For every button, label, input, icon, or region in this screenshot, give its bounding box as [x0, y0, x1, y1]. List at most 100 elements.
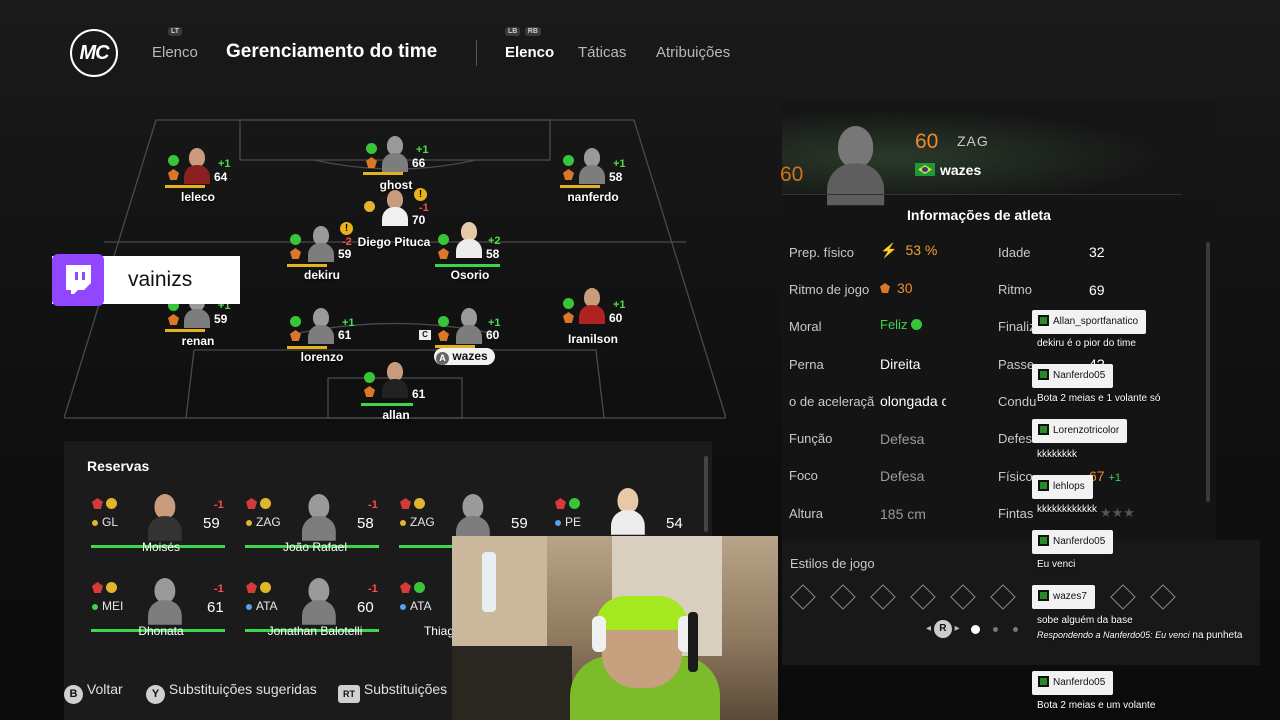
- player-name: nanferdo: [567, 190, 619, 204]
- chemistry-icon: [246, 498, 257, 509]
- position-dot: [246, 603, 252, 610]
- reserve-card-moises[interactable]: GL -1 59 Moisés: [64, 494, 225, 556]
- player-rating: 54: [666, 515, 683, 532]
- reserve-card-jonathan-balotelli[interactable]: ATA -1 60 Jonathan Balotelli: [218, 578, 379, 640]
- fitness-value: 53 %: [905, 242, 938, 258]
- morale-icon: [563, 298, 574, 309]
- chat-user-chip: Lorenzotricolor: [1032, 419, 1128, 443]
- lt-button-label: LT: [168, 27, 183, 36]
- warning-icon: !: [340, 222, 353, 235]
- chat-message: Eu venci: [1037, 559, 1076, 570]
- chemistry-icon: [400, 582, 411, 593]
- position-dot: [92, 519, 98, 526]
- tab-taticas[interactable]: Táticas: [578, 44, 626, 61]
- page-title: Gerenciamento do time: [226, 41, 438, 62]
- hint-suggested-subs[interactable]: Y Substituições sugeridas: [146, 681, 317, 704]
- reserve-card-thiag[interactable]: ATA Thiag: [372, 580, 452, 640]
- y-button-icon: Y: [146, 685, 165, 704]
- player-photo: [382, 190, 408, 226]
- chat-badge-icon: [1038, 535, 1049, 546]
- reserves-title: Reservas: [87, 458, 150, 474]
- tab-elenco[interactable]: Elenco: [505, 44, 554, 61]
- stat-label-pace: Ritmo: [998, 282, 1032, 297]
- chat-user-chip: Nanferdo05: [1032, 530, 1114, 554]
- stat-label-age: Idade: [998, 245, 1031, 260]
- pitch-player-iranilson[interactable]: +1 60 Iranilson: [538, 286, 648, 376]
- reserve-card-dhonata[interactable]: MEI -1 61 Dhonata: [64, 578, 225, 640]
- morale-icon: [569, 498, 580, 509]
- chat-badge-icon: [1038, 315, 1049, 326]
- pager-dot: [993, 627, 998, 632]
- chat-username: wazes7: [1053, 591, 1087, 602]
- morale-icon: [366, 143, 377, 154]
- player-photo: [184, 148, 210, 184]
- twitch-icon: [52, 254, 104, 306]
- hint-label: Substituições sugeridas: [168, 681, 317, 697]
- player-photo: [148, 494, 182, 541]
- stream-chat: Allan_sportfanatico dekiru é o pior do t…: [1032, 310, 1260, 720]
- athlete-name: wazes: [940, 162, 982, 178]
- stat-label-focus: Foco: [789, 468, 818, 483]
- reserves-scrollbar[interactable]: [704, 456, 708, 532]
- rb-button-label: RB: [524, 27, 541, 36]
- pitch-player-nanferdo[interactable]: +1 58 nanferdo: [538, 146, 648, 236]
- cam-window: [452, 536, 547, 646]
- pitch-player-osorio[interactable]: +2 58 Osorio: [415, 222, 525, 312]
- fitness-bar: [363, 172, 403, 175]
- hint-substitutions[interactable]: RT Substituições: [338, 681, 452, 703]
- chat-user-chip: Nanferdo05: [1032, 671, 1114, 695]
- lt-hint: LT: [168, 20, 183, 38]
- hint-back[interactable]: B Voltar: [64, 681, 123, 704]
- player-photo: [456, 222, 482, 258]
- chat-message: dekiru é o pior do time: [1037, 338, 1136, 349]
- pitch-player-allan[interactable]: 61 allan: [341, 360, 451, 450]
- athlete-overall: 60: [915, 130, 939, 153]
- fitness-bar: [165, 329, 205, 332]
- player-photo: [302, 494, 336, 541]
- player-name: renan: [181, 334, 215, 348]
- player-rating: 58: [486, 247, 500, 261]
- reserve-card-joao-rafael[interactable]: ZAG -1 58 João Rafael: [218, 494, 379, 556]
- chemistry-icon: [168, 169, 179, 180]
- player-photo: [308, 308, 334, 344]
- player-photo: [611, 488, 645, 535]
- stat-label-height: Altura: [789, 506, 823, 521]
- morale-icon: [364, 201, 375, 212]
- position-label: ATA: [256, 599, 278, 613]
- pitch-player-dekiru[interactable]: ! -2 59 dekiru: [267, 222, 377, 312]
- stat-label-sharpness: Ritmo de jogo: [789, 282, 870, 297]
- chat-badge-icon: [1038, 424, 1049, 435]
- pager-dot: [1013, 627, 1018, 632]
- tab-atribuicoes[interactable]: Atribuições: [656, 44, 730, 61]
- stat-value-fitness: ⚡ 53 %: [880, 242, 937, 259]
- stat-value-focus: Defesa: [880, 468, 925, 484]
- cam-beanie: [596, 596, 688, 630]
- chemistry-icon: [92, 582, 103, 593]
- sharpness-value: 30: [897, 280, 913, 296]
- stat-label-skill: Fintas: [998, 506, 1034, 521]
- pager[interactable]: ◂ R ▸: [926, 620, 960, 638]
- game-logo: MC: [70, 29, 118, 77]
- cam-background-object: [452, 646, 572, 720]
- player-name: wazes: [452, 349, 488, 363]
- chat-message: Bota 2 meias e 1 volante só: [1037, 393, 1161, 404]
- player-photo: [382, 136, 408, 172]
- morale-icon: [290, 316, 301, 327]
- chemistry-icon: [366, 157, 377, 168]
- fitness-bar: [287, 264, 327, 267]
- player-name: Dhonata: [138, 624, 184, 638]
- nav-squad[interactable]: Elenco: [152, 44, 198, 61]
- fitness-bar: [165, 185, 205, 188]
- position-label: ZAG: [410, 515, 435, 529]
- morale-icon: [260, 582, 271, 593]
- chemistry-icon: [555, 498, 566, 509]
- hint-label: Voltar: [86, 681, 123, 697]
- player-rating: 66: [412, 156, 426, 170]
- player-rating: 60: [486, 328, 500, 342]
- player-name: allan: [382, 408, 410, 422]
- player-rating: 60: [609, 311, 623, 325]
- pitch-player-leleco[interactable]: +1 64 leleco: [143, 146, 253, 236]
- rating-delta: +2: [488, 235, 501, 247]
- stat-label-shooting: Finaliz: [998, 319, 1036, 334]
- pager-right-icon: ▸: [954, 623, 960, 634]
